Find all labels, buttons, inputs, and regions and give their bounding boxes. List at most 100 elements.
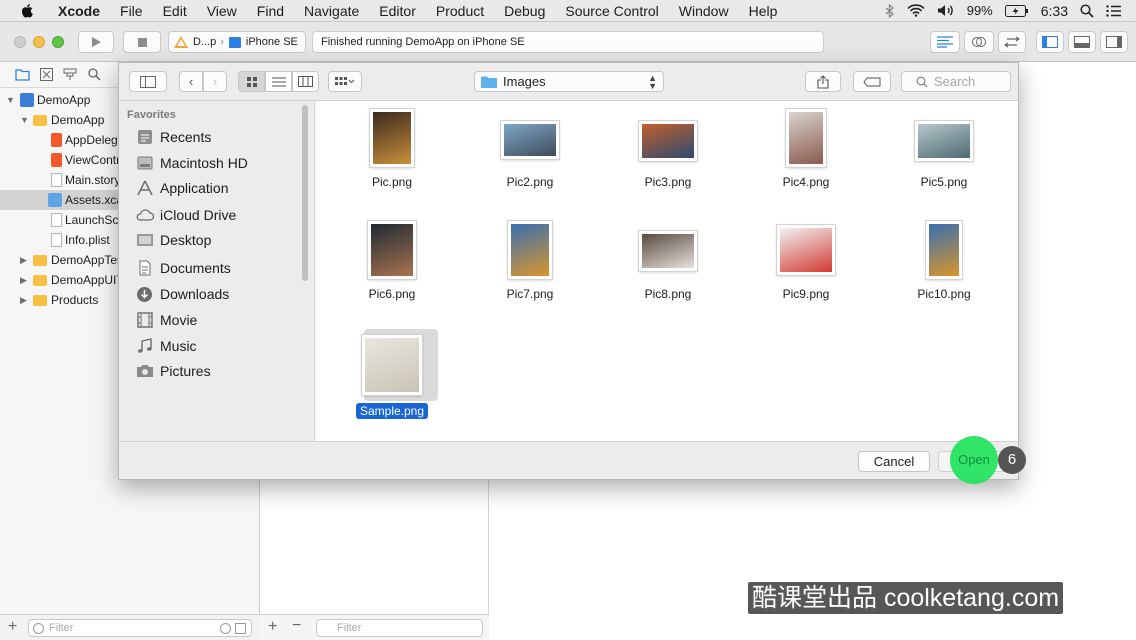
asset-filter-input[interactable]: Filter	[316, 619, 483, 637]
file-item[interactable]: Pic.png	[327, 109, 457, 213]
file-item[interactable]: Pic9.png	[741, 221, 871, 325]
plist-file-icon	[51, 233, 62, 247]
arrange-button[interactable]	[328, 71, 362, 92]
location-popup[interactable]: Images ▲ ▼	[474, 71, 664, 92]
image-thumbnail	[362, 335, 422, 395]
icon-view-button[interactable]	[238, 71, 265, 92]
debug-panel-icon	[1074, 36, 1090, 48]
menu-app-name[interactable]: Xcode	[48, 0, 110, 22]
file-item[interactable]: Pic5.png	[879, 109, 1009, 213]
file-name: Pic5.png	[920, 175, 968, 189]
chevron-right-icon: ›	[220, 36, 224, 48]
sidebar-item-macintosh-hd[interactable]: Macintosh HD	[135, 152, 248, 174]
add-asset-icon[interactable]: +	[268, 618, 277, 636]
navigator-filter-input[interactable]: Filter	[28, 619, 252, 637]
disclosure-closed-icon[interactable]: ▶	[20, 290, 27, 310]
menu-editor[interactable]: Editor	[369, 0, 426, 22]
sidebar-item-desktop[interactable]: Desktop	[135, 229, 211, 251]
file-item[interactable]: Pic3.png	[603, 109, 733, 213]
menu-navigate[interactable]: Navigate	[294, 0, 369, 22]
file-item[interactable]: Pic6.png	[327, 221, 457, 325]
sidebar-item-pictures[interactable]: Pictures	[135, 360, 211, 382]
assistant-editor-button[interactable]	[964, 31, 994, 53]
image-thumbnail	[639, 231, 697, 271]
minimize-window-button[interactable]	[33, 36, 45, 48]
sidebar-scrollbar[interactable]	[302, 105, 308, 281]
menu-help[interactable]: Help	[739, 0, 788, 22]
sidebar-item-recents[interactable]: Recents	[135, 126, 211, 148]
recent-files-icon[interactable]	[220, 623, 231, 634]
file-item[interactable]: Pic2.png	[465, 109, 595, 213]
toggle-navigator-button[interactable]	[1036, 31, 1064, 53]
sidebar-item-documents[interactable]: Documents	[135, 257, 231, 279]
close-window-button[interactable]	[14, 36, 26, 48]
scheme-selector[interactable]: D...p › iPhone SE	[168, 31, 306, 53]
disclosure-open-icon[interactable]: ▼	[6, 90, 15, 110]
folder-icon	[33, 255, 47, 266]
file-name: Pic9.png	[782, 287, 830, 301]
bluetooth-icon[interactable]	[885, 3, 895, 18]
list-view-button[interactable]	[265, 71, 292, 92]
source-control-navigator-tab-icon[interactable]	[38, 67, 54, 83]
sidebar-item-music[interactable]: Music	[135, 335, 197, 357]
remove-asset-icon[interactable]: −	[292, 617, 301, 635]
project-icon	[20, 93, 34, 107]
toggle-debug-area-button[interactable]	[1068, 31, 1096, 53]
sidebar-item-icloud-drive[interactable]: iCloud Drive	[135, 204, 236, 226]
sidebar-item-application[interactable]: Application	[135, 177, 229, 199]
menu-find[interactable]: Find	[247, 0, 294, 22]
file-item[interactable]: Pic7.png	[465, 221, 595, 325]
file-item-selected[interactable]: Sample.png	[327, 329, 457, 433]
applications-icon	[135, 180, 154, 197]
column-view-button[interactable]	[292, 71, 319, 92]
battery-charging-icon[interactable]	[1004, 4, 1029, 17]
add-icon[interactable]: +	[8, 618, 17, 636]
menu-source-control[interactable]: Source Control	[555, 0, 668, 22]
forward-button[interactable]: ›	[203, 71, 227, 92]
menu-view[interactable]: View	[197, 0, 247, 22]
device-icon	[228, 36, 241, 48]
stop-button[interactable]	[123, 31, 161, 53]
sidebar-item-downloads[interactable]: Downloads	[135, 283, 229, 305]
share-button[interactable]	[805, 71, 841, 92]
scm-filter-icon[interactable]	[235, 623, 246, 634]
apple-menu-icon[interactable]	[18, 2, 36, 20]
run-button[interactable]	[78, 31, 114, 53]
search-input[interactable]: Search	[901, 71, 1011, 92]
toggle-utilities-button[interactable]	[1100, 31, 1128, 53]
zoom-window-button[interactable]	[52, 36, 64, 48]
menu-debug[interactable]: Debug	[494, 0, 555, 22]
dialog-footer: Cancel	[119, 441, 1018, 479]
symbol-navigator-tab-icon[interactable]	[62, 67, 78, 83]
toggle-sidebar-button[interactable]	[129, 71, 167, 92]
file-item[interactable]: Pic4.png	[741, 109, 871, 213]
project-navigator-tab-icon[interactable]	[14, 67, 30, 83]
desktop-icon	[135, 232, 154, 249]
file-item[interactable]: Pic8.png	[603, 221, 733, 325]
file-item[interactable]: Pic10.png	[879, 221, 1009, 325]
notification-center-icon[interactable]	[1106, 4, 1122, 17]
file-name: Pic2.png	[506, 175, 554, 189]
sidebar-item-label: Documents	[160, 260, 231, 276]
spotlight-icon[interactable]	[1080, 3, 1094, 18]
find-navigator-tab-icon[interactable]	[86, 67, 102, 83]
disclosure-closed-icon[interactable]: ▶	[20, 250, 27, 270]
menu-file[interactable]: File	[110, 0, 153, 22]
file-name: Pic.png	[371, 175, 413, 189]
volume-icon[interactable]	[937, 4, 955, 17]
cancel-button[interactable]: Cancel	[858, 451, 930, 472]
menu-product[interactable]: Product	[426, 0, 494, 22]
camera-icon	[135, 363, 154, 380]
disclosure-closed-icon[interactable]: ▶	[20, 270, 27, 290]
menu-window[interactable]: Window	[669, 0, 739, 22]
disclosure-open-icon[interactable]: ▼	[20, 110, 29, 130]
tags-button[interactable]	[853, 71, 891, 92]
menu-edit[interactable]: Edit	[153, 0, 197, 22]
wifi-icon[interactable]	[907, 4, 925, 17]
clock[interactable]: 6:33	[1041, 3, 1068, 19]
open-button-label[interactable]: Open	[950, 436, 998, 484]
version-editor-button[interactable]	[998, 31, 1026, 53]
back-button[interactable]: ‹	[179, 71, 203, 92]
standard-editor-button[interactable]	[930, 31, 960, 53]
sidebar-item-movie[interactable]: Movie	[135, 309, 197, 331]
